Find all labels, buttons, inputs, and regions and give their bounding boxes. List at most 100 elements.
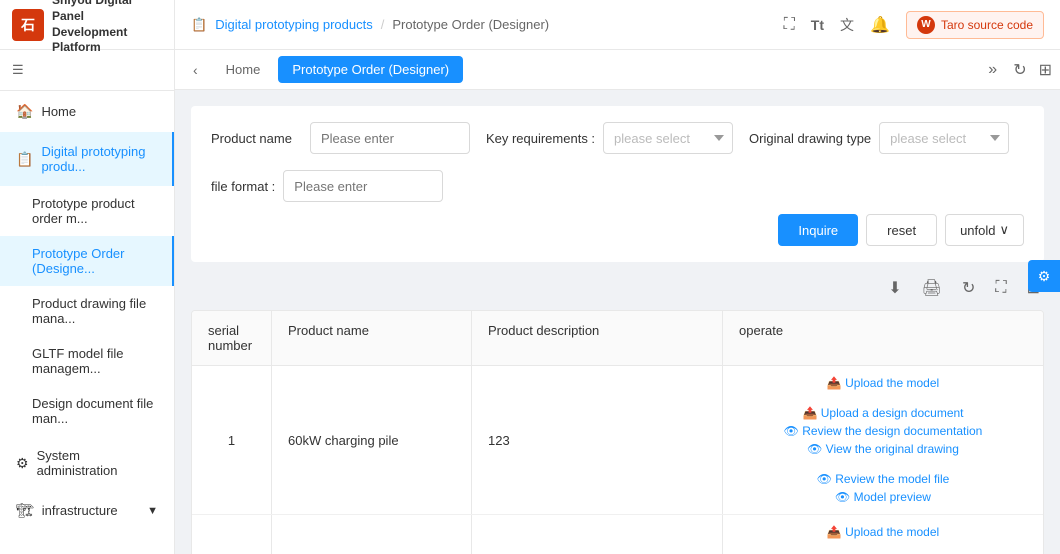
- top-header: 📋 Digital prototyping products / Prototy…: [175, 0, 1060, 50]
- translate-icon[interactable]: 文: [840, 15, 854, 35]
- taro-label: Taro source code: [941, 18, 1033, 32]
- product-name-label: Product name: [211, 131, 292, 146]
- print-icon[interactable]: 🖨: [918, 274, 946, 302]
- upload-model-link-1[interactable]: 📤 Upload the model: [827, 376, 939, 390]
- model-preview-link-1[interactable]: 👁 Model preview: [835, 490, 931, 504]
- sidebar-item-system-admin[interactable]: ⚙ System administration: [0, 436, 174, 490]
- table-toolbar: ⬇ 🖨 ↻ ⛶ ⊞: [191, 274, 1044, 302]
- infrastructure-icon: 🏗: [16, 502, 34, 519]
- refresh-tab-button[interactable]: ↻: [1009, 56, 1030, 84]
- unfold-label: unfold: [960, 223, 995, 238]
- upload-model-link-2[interactable]: 📤 Upload the model: [827, 525, 939, 539]
- product-name-input[interactable]: [310, 122, 470, 154]
- content-area: Product name Key requirements : please s…: [175, 90, 1060, 554]
- sidebar-item-prototype-order[interactable]: Prototype product order m...: [0, 186, 174, 236]
- logo-text: Shiyou Digital PanelDevelopment Platform: [52, 0, 162, 56]
- key-requirements-label: Key requirements :: [486, 131, 595, 146]
- cell-description-2: Schematic diagram of the charging pile: [472, 515, 723, 554]
- tab-home-label: Home: [226, 62, 261, 77]
- sidebar-item-home[interactable]: 🏠 Home: [0, 91, 174, 132]
- original-drawing-type-label: Original drawing type: [749, 131, 871, 146]
- download-icon[interactable]: ⬇: [884, 274, 905, 302]
- breadcrumb: 📋 Digital prototyping products / Prototy…: [191, 17, 549, 33]
- apps-grid-icon[interactable]: ⊞: [1039, 60, 1052, 80]
- inquire-button[interactable]: Inquire: [778, 214, 858, 246]
- operate-row-1-2: 👁 Review the design documentation: [784, 424, 983, 438]
- sidebar-item-system-admin-label: System administration: [37, 448, 158, 478]
- sidebar-logo: 石 Shiyou Digital PanelDevelopment Platfo…: [0, 0, 174, 50]
- chevron-down-icon: ▼: [147, 505, 158, 517]
- review-design-doc-link-1[interactable]: 👁 Review the design documentation: [784, 424, 983, 438]
- sidebar-item-design-doc-label: Design document file man...: [32, 396, 153, 426]
- settings-fab[interactable]: ⚙: [1028, 260, 1060, 292]
- cell-operate-2: 📤 Upload the model 📤 Upload a design doc…: [723, 515, 1043, 554]
- sidebar-item-digital-proto[interactable]: 📋 Digital prototyping produ...: [0, 132, 174, 186]
- tab-prototype-designer[interactable]: Prototype Order (Designer): [278, 56, 463, 83]
- col-header-description: Product description: [472, 311, 723, 365]
- col-header-product-name: Product name: [272, 311, 472, 365]
- sidebar-item-prototype-order-label: Prototype product order m...: [32, 196, 135, 226]
- home-icon: 🏠: [16, 103, 33, 120]
- operate-row-2-1: 📤 Upload the model 📤 Upload a design doc…: [739, 525, 1027, 554]
- refresh-icon[interactable]: ↻: [958, 274, 979, 302]
- file-format-label: file format :: [211, 179, 275, 194]
- bell-icon[interactable]: 🔔: [870, 15, 890, 35]
- sidebar-item-drawing-file[interactable]: Product drawing file mana...: [0, 286, 174, 336]
- tab-prototype-designer-label: Prototype Order (Designer): [292, 62, 449, 77]
- filter-key-requirements: Key requirements : please select: [486, 122, 733, 154]
- expand-icon[interactable]: ⛶: [784, 16, 795, 34]
- cell-operate-1: 📤 Upload the model 📤 Upload a design doc…: [723, 366, 1043, 514]
- more-tabs-icon[interactable]: »: [984, 57, 1001, 83]
- key-requirements-select[interactable]: please select: [603, 122, 733, 154]
- breadcrumb-root[interactable]: Digital prototyping products: [215, 17, 373, 32]
- sidebar-item-prototype-designer[interactable]: Prototype Order (Designe...: [0, 236, 174, 286]
- cell-serial-1: 1: [192, 366, 272, 514]
- file-format-input[interactable]: [283, 170, 443, 202]
- sidebar: 石 Shiyou Digital PanelDevelopment Platfo…: [0, 0, 175, 554]
- taro-logo-icon: W: [917, 16, 935, 34]
- breadcrumb-separator: /: [381, 17, 385, 32]
- cell-product-name-1: 60kW charging pile: [272, 366, 472, 514]
- col-header-operate: operate: [723, 311, 1043, 365]
- review-model-file-link-1[interactable]: 👁 Review the model file: [817, 472, 950, 486]
- fullscreen-icon[interactable]: ⛶: [991, 275, 1010, 301]
- operate-row-1-1: 📤 Upload the model 📤 Upload a design doc…: [739, 376, 1027, 420]
- view-original-drawing-link-1[interactable]: 👁 View the original drawing: [807, 442, 959, 456]
- sidebar-item-drawing-file-label: Product drawing file mana...: [32, 296, 146, 326]
- tab-actions: » ↻ ⊞: [984, 56, 1052, 84]
- original-drawing-type-select[interactable]: please select: [879, 122, 1009, 154]
- main-content: 📋 Digital prototyping products / Prototy…: [175, 0, 1060, 554]
- filter-panel: Product name Key requirements : please s…: [191, 106, 1044, 262]
- col-header-serial: serial number: [192, 311, 272, 365]
- sidebar-item-digital-proto-label: Digital prototyping produ...: [41, 144, 156, 174]
- unfold-button[interactable]: unfold ∨: [945, 214, 1024, 246]
- filter-product-name: Product name: [211, 122, 470, 154]
- cell-description-1: 123: [472, 366, 723, 514]
- text-size-icon[interactable]: Tt: [811, 17, 824, 33]
- sidebar-nav: 🏠 Home 📋 Digital prototyping produ... Pr…: [0, 91, 174, 554]
- logo-icon: 石: [12, 9, 44, 41]
- taro-source-code-button[interactable]: W Taro source code: [906, 11, 1044, 39]
- sidebar-item-gltf[interactable]: GLTF model file managem...: [0, 336, 174, 386]
- table-header: serial number Product name Product descr…: [192, 311, 1043, 366]
- breadcrumb-icon: 📋: [191, 17, 207, 33]
- cell-product-name-2: Charging pile: [272, 515, 472, 554]
- cell-serial-2: 2: [192, 515, 272, 554]
- sidebar-collapse-button[interactable]: ‹: [183, 56, 208, 84]
- sidebar-item-home-label: Home: [41, 104, 76, 119]
- digital-proto-icon: 📋: [16, 151, 33, 168]
- sidebar-item-infrastructure[interactable]: 🏗 infrastructure ▼: [0, 490, 174, 531]
- data-table: serial number Product name Product descr…: [191, 310, 1044, 554]
- tab-home[interactable]: Home: [212, 56, 275, 83]
- filter-row-1: Product name Key requirements : please s…: [211, 122, 1024, 202]
- sidebar-item-design-doc[interactable]: Design document file man...: [0, 386, 174, 436]
- tab-bar: ‹ Home Prototype Order (Designer) » ↻ ⊞: [175, 50, 1060, 90]
- filter-original-drawing-type: Original drawing type please select: [749, 122, 1009, 154]
- table-row: 1 60kW charging pile 123 📤 Upload the mo…: [192, 366, 1043, 515]
- sidebar-item-prototype-designer-label: Prototype Order (Designe...: [32, 246, 125, 276]
- reset-button[interactable]: reset: [866, 214, 937, 246]
- menu-toggle[interactable]: ☰: [0, 50, 174, 91]
- breadcrumb-current: Prototype Order (Designer): [392, 17, 549, 32]
- upload-design-doc-link-1[interactable]: 📤 Upload a design document: [802, 406, 963, 420]
- table-row: 2 Charging pile Schematic diagram of the…: [192, 515, 1043, 554]
